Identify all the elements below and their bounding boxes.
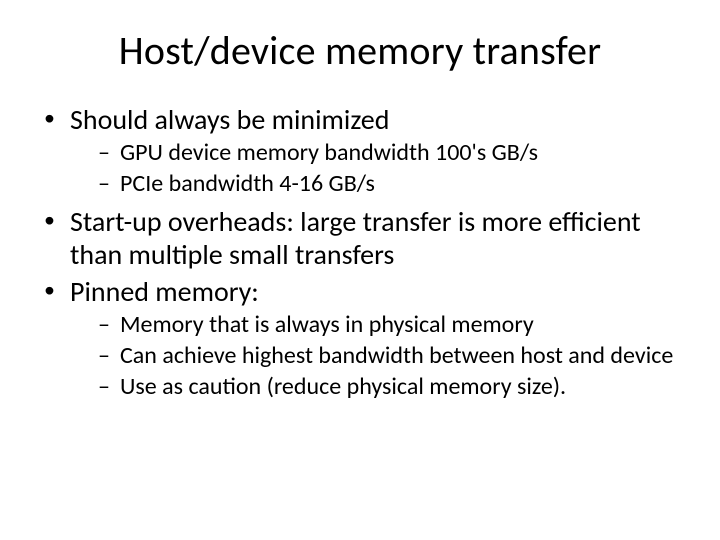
sub-item: Can achieve highest bandwidth between ho… — [98, 341, 690, 370]
bullet-text: Pinned memory: — [70, 274, 259, 309]
bullet-item: Pinned memory: Memory that is always in … — [44, 275, 690, 402]
bullet-list: Should always be minimized GPU device me… — [30, 103, 690, 401]
slide-title: Host/device memory transfer — [30, 26, 690, 75]
bullet-text: Should always be minimized — [70, 102, 389, 137]
bullet-item: Should always be minimized GPU device me… — [44, 103, 690, 199]
sub-item: Memory that is always in physical memory — [98, 310, 690, 339]
sub-item: PCIe bandwidth 4-16 GB/s — [98, 169, 690, 198]
slide: Host/device memory transfer Should alway… — [0, 0, 720, 540]
sub-item: Use as caution (reduce physical memory s… — [98, 372, 690, 401]
bullet-item: Start-up overheads: large transfer is mo… — [44, 205, 690, 271]
sub-item: GPU device memory bandwidth 100's GB/s — [98, 138, 690, 167]
sub-list: Memory that is always in physical memory… — [70, 310, 690, 402]
sub-list: GPU device memory bandwidth 100's GB/s P… — [70, 138, 690, 199]
bullet-text: Start-up overheads: large transfer is mo… — [70, 204, 641, 272]
